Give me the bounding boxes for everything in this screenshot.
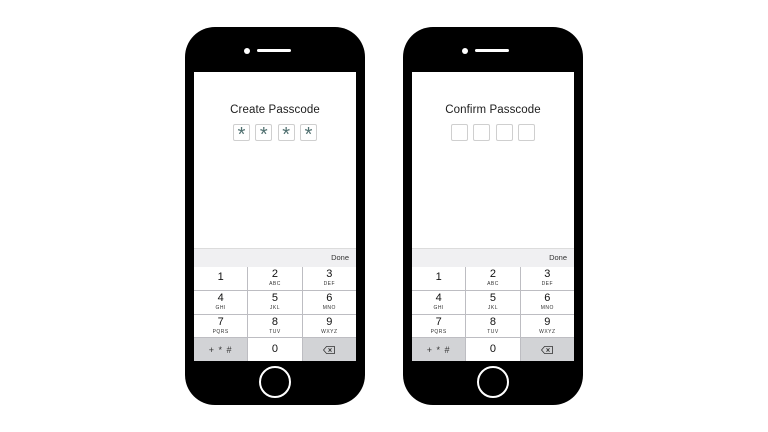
key-9[interactable]: 9 WXYZ [302,314,356,338]
passcode-box: * [255,124,273,145]
key-5[interactable]: 5 JKL [248,290,302,314]
key-letters: PQRS [212,328,229,335]
key-digit: 9 [326,315,333,328]
key-letters: WXYZ [321,328,338,335]
key-letters: WXYZ [539,328,556,335]
key-letters: DEF [323,281,336,288]
key-digit: 7 [217,315,224,328]
key-3[interactable]: 3 DEF [302,267,356,290]
key-6[interactable]: 6 MNO [302,290,356,314]
key-8[interactable]: 8 TUV [466,314,520,338]
camera-dot [462,48,468,54]
passcode-box [517,124,535,141]
passcode-box: * [277,124,295,145]
key-digit: 5 [489,292,497,305]
key-1[interactable]: 1 [412,267,466,290]
key-letters: GHI [433,305,444,312]
key-digit: 2 [271,268,279,281]
passcode-box: * [299,124,317,145]
key-4[interactable]: 4 GHI [412,290,466,314]
passcode-box: * [233,124,250,145]
key-0[interactable]: 0 [466,338,520,361]
done-button[interactable]: Done [549,253,567,262]
home-button[interactable] [477,366,509,398]
key-9[interactable]: 9 WXYZ [520,314,574,338]
phone-left: Create Passcode * * * * Done 1 2 ABC 3 DEF… [185,27,365,405]
passcode-boxes: * * * * [233,124,317,145]
page-title: Confirm Passcode [445,104,541,116]
key-digit: 0 [271,343,279,356]
key-digit: 0 [489,343,497,356]
screen: Confirm Passcode Done 1 2 ABC 3 DEF 4 GHI 5… [412,72,574,361]
key-symbols[interactable]: + * # [194,338,248,361]
key-digit: 2 [489,268,497,281]
key-symbols-label: + * # [426,344,451,355]
key-7[interactable]: 7 PQRS [194,314,248,338]
passcode-box [473,124,491,141]
keyboard-toolbar: Done [194,248,356,267]
key-4[interactable]: 4 GHI [194,290,248,314]
home-button[interactable] [259,366,291,398]
screen: Create Passcode * * * * Done 1 2 ABC 3 DEF… [194,72,356,361]
key-letters: ABC [269,281,281,288]
key-0[interactable]: 0 [248,338,302,361]
key-digit: 6 [326,292,333,305]
key-digit: 8 [489,315,497,328]
backspace-icon-glyph [541,345,554,354]
key-symbols-label: + * # [208,344,233,355]
key-2[interactable]: 2 ABC [248,267,302,290]
key-8[interactable]: 8 TUV [248,314,302,338]
key-1[interactable]: 1 [194,267,248,290]
key-digit: 5 [271,292,279,305]
key-digit: 8 [271,315,279,328]
key-letters: MNO [540,305,554,312]
done-button[interactable]: Done [331,253,349,262]
key-digit: 7 [435,315,442,328]
key-digit: 4 [217,292,224,305]
backspace-icon[interactable] [302,338,356,361]
backspace-icon[interactable] [520,338,574,361]
backspace-icon-glyph [323,345,336,354]
speaker-grille [475,49,509,52]
key-digit: 6 [544,292,551,305]
key-7[interactable]: 7 PQRS [412,314,466,338]
key-digit: 4 [435,292,442,305]
keyboard-toolbar: Done [412,248,574,267]
key-letters: TUV [269,328,281,335]
key-letters: ABC [487,281,499,288]
numeric-keypad: 1 2 ABC 3 DEF 4 GHI 5 JKL 6 MNO 7 PQRS 8 TUV 9W… [412,267,574,361]
key-6[interactable]: 6 MNO [520,290,574,314]
speaker-grille [257,49,291,52]
key-letters: TUV [487,328,499,335]
key-digit: 3 [326,268,333,281]
key-letters: JKL [487,305,499,312]
passcode-boxes [451,124,535,142]
key-digit: 1 [217,271,224,284]
key-letters: GHI [215,305,226,312]
key-letters: MNO [322,305,336,312]
key-2[interactable]: 2 ABC [466,267,520,290]
camera-dot [244,48,250,54]
phone-right: Confirm Passcode Done 1 2 ABC 3 DEF 4 GHI 5… [403,27,583,405]
key-digit: 1 [435,271,442,284]
passcode-box [451,124,468,141]
key-symbols[interactable]: + * # [412,338,466,361]
key-digit: 3 [544,268,551,281]
page-title: Create Passcode [230,104,320,116]
key-5[interactable]: 5 JKL [466,290,520,314]
key-letters: PQRS [430,328,447,335]
key-digit: 9 [544,315,551,328]
key-letters: JKL [269,305,281,312]
passcode-box [495,124,513,141]
key-3[interactable]: 3 DEF [520,267,574,290]
numeric-keypad: 1 2 ABC 3 DEF 4 GHI 5 JKL 6 MNO 7 PQRS 8 TUV 9W… [194,267,356,361]
key-letters: DEF [541,281,554,288]
